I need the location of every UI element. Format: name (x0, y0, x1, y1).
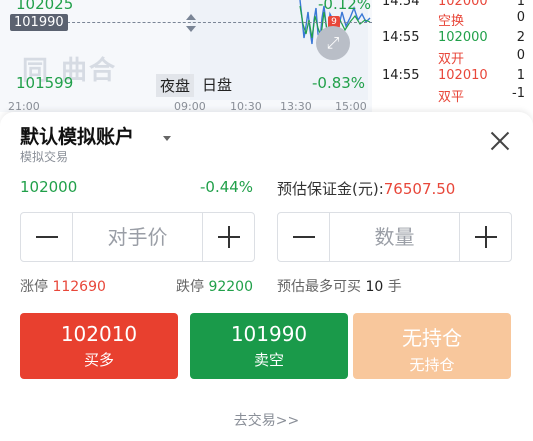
buy-long-button[interactable]: 102010 买多 (20, 313, 178, 379)
margin-label: 预估保证金(元): (277, 180, 384, 198)
tick-qty: 1 (516, 0, 525, 9)
price-minus-button[interactable] (21, 213, 73, 261)
order-bottom-sheet: 默认模拟账户 模拟交易 102000 -0.44% 预估保证金(元):76507… (0, 112, 533, 441)
quantity-input[interactable] (330, 213, 459, 261)
buy-price: 102010 (60, 322, 138, 346)
expand-icon[interactable]: ⤢ (316, 26, 350, 60)
close-position-button[interactable]: 无持仓 无持仓 (353, 313, 511, 379)
tick-time: 14:54 (382, 0, 420, 9)
trade-ticks-list: 14:54 102000 1 空换 0 14:55 102000 2 双开 0 … (376, 0, 533, 112)
session-day-tab[interactable]: 日盘 (202, 74, 232, 95)
limit-down-value: 92200 (208, 279, 253, 295)
reference-price-line (62, 22, 372, 23)
tick-qty: -1 (512, 86, 525, 101)
tick-price: 102000 (438, 0, 488, 9)
sell-label: 卖空 (253, 351, 284, 369)
limit-up: 涨停 112690 (20, 276, 106, 296)
chart-price-top: 102025 (16, 0, 74, 13)
session-night-tab[interactable]: 夜盘 (156, 74, 195, 97)
max-buy-label: 预估最多可买 (277, 279, 361, 295)
tick-price: 102010 (438, 68, 488, 83)
sell-short-button[interactable]: 101990 卖空 (190, 313, 348, 379)
list-item: 双开 0 (376, 48, 533, 67)
time-axis: 21:00 09:00 10:30 13:30 15:00 (0, 100, 372, 113)
current-change-pct: -0.44% (200, 178, 254, 196)
sell-price: 101990 (230, 322, 308, 346)
chart-change-pct: -0.83% (312, 74, 366, 92)
limit-up-label: 涨停 (20, 279, 48, 295)
tick-time: 14:55 (382, 68, 420, 83)
chart-change-top: -0.12% (318, 0, 372, 13)
list-item: 空换 0 (376, 10, 533, 29)
tick-qty: 1 (516, 68, 525, 83)
no-position-title: 无持仓 (402, 326, 462, 350)
account-selector[interactable]: 默认模拟账户 (20, 122, 134, 149)
quantity-plus-button[interactable] (459, 213, 511, 261)
list-item: 14:55 102000 2 (376, 30, 533, 48)
max-buy-value: 10 (365, 279, 384, 295)
limit-down: 跌停 92200 (176, 276, 253, 296)
drag-handle-down-icon[interactable] (186, 26, 196, 32)
intraday-chart[interactable]: 102025 -0.12% 101990 9 ⤢ 同 曲合 101599 夜盘 … (0, 0, 372, 113)
max-buy: 预估最多可买 10 手 (277, 276, 402, 296)
chevron-down-icon[interactable] (163, 136, 171, 141)
tick-type: 双平 (438, 90, 465, 105)
quantity-stepper (277, 212, 512, 262)
max-buy-unit: 手 (387, 279, 402, 295)
drag-handle-up-icon[interactable] (186, 14, 196, 20)
current-price: 102000 (20, 178, 78, 196)
close-icon[interactable] (486, 128, 514, 156)
chart-price-low: 101599 (16, 74, 74, 92)
limit-down-label: 跌停 (176, 279, 204, 295)
tick-time: 14:55 (382, 30, 420, 45)
list-item: 14:55 102010 1 (376, 68, 533, 86)
tick-price: 102000 (438, 30, 488, 45)
buy-label: 买多 (83, 351, 114, 369)
tick-qty: 0 (516, 10, 525, 25)
list-item: 双平 -1 (376, 86, 533, 105)
margin-value: 76507.50 (383, 180, 456, 198)
tick-qty: 0 (516, 48, 525, 63)
limit-up-value: 112690 (52, 279, 106, 295)
no-position-label: 无持仓 (409, 356, 455, 374)
price-input[interactable] (73, 213, 202, 261)
price-plus-button[interactable] (202, 213, 254, 261)
app-root: 102025 -0.12% 101990 9 ⤢ 同 曲合 101599 夜盘 … (0, 0, 533, 441)
price-stepper (20, 212, 255, 262)
tick-type: 空换 (438, 14, 465, 29)
account-subtitle: 模拟交易 (20, 150, 69, 164)
quantity-minus-button[interactable] (278, 213, 330, 261)
goto-trade-link[interactable]: 去交易>> (0, 410, 533, 430)
tick-type: 双开 (438, 52, 465, 67)
estimated-margin: 预估保证金(元):76507.50 (277, 178, 455, 199)
chart-background: 102025 -0.12% 101990 9 ⤢ 同 曲合 101599 夜盘 … (0, 0, 533, 125)
crosshair-price-tag: 101990 (10, 14, 68, 31)
tick-qty: 2 (516, 30, 525, 45)
